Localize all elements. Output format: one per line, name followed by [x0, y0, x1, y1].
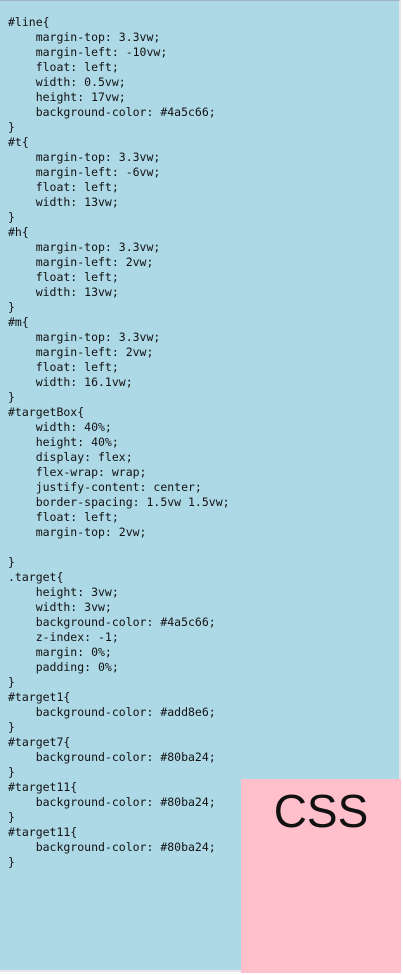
- code-line: justify-content: center;: [8, 480, 202, 494]
- code-line: background-color: #80ba24;: [8, 750, 216, 764]
- code-line: }: [8, 810, 15, 824]
- code-line: }: [8, 765, 15, 779]
- code-line: background-color: #80ba24;: [8, 840, 216, 854]
- code-line: width: 3vw;: [8, 600, 112, 614]
- code-line: #target1{: [8, 690, 71, 704]
- code-line: margin: 0%;: [8, 645, 112, 659]
- code-line: #target7{: [8, 735, 71, 749]
- code-line: display: flex;: [8, 450, 133, 464]
- code-line: margin-top: 3.3vw;: [8, 150, 161, 164]
- code-line: background-color: #add8e6;: [8, 705, 216, 719]
- code-line: margin-left: 2vw;: [8, 345, 154, 359]
- code-line: #target11{: [8, 780, 78, 794]
- code-line: float: left;: [8, 510, 119, 524]
- code-line: width: 0.5vw;: [8, 75, 126, 89]
- code-line: #targetBox{: [8, 405, 85, 419]
- code-line: width: 13vw;: [8, 195, 119, 209]
- code-line: float: left;: [8, 180, 119, 194]
- code-line: float: left;: [8, 60, 119, 74]
- code-line: width: 40%;: [8, 420, 112, 434]
- code-line: }: [8, 855, 15, 869]
- code-line: }: [8, 300, 15, 314]
- code-line: float: left;: [8, 360, 119, 374]
- code-line: flex-wrap: wrap;: [8, 465, 147, 479]
- css-label: CSS: [273, 785, 369, 837]
- code-line: }: [8, 555, 15, 569]
- code-line: margin-top: 3.3vw;: [8, 330, 161, 344]
- code-line: width: 16.1vw;: [8, 375, 133, 389]
- code-line: margin-left: 2vw;: [8, 255, 154, 269]
- code-line: background-color: #80ba24;: [8, 795, 216, 809]
- code-line: z-index: -1;: [8, 630, 119, 644]
- code-line: margin-left: -6vw;: [8, 165, 161, 179]
- code-line: #h{: [8, 225, 29, 239]
- code-line: }: [8, 210, 15, 224]
- code-line: #target11{: [8, 825, 78, 839]
- code-line: .target{: [8, 570, 64, 584]
- code-line: height: 40%;: [8, 435, 119, 449]
- code-line: padding: 0%;: [8, 660, 119, 674]
- code-line: margin-top: 2vw;: [8, 525, 147, 539]
- code-line: background-color: #4a5c66;: [8, 615, 216, 629]
- code-line: height: 3vw;: [8, 585, 119, 599]
- css-code-block: #line{ margin-top: 3.3vw; margin-left: -…: [8, 15, 230, 870]
- code-viewer-panel: #line{ margin-top: 3.3vw; margin-left: -…: [0, 0, 401, 973]
- code-line: #m{: [8, 315, 29, 329]
- code-line: }: [8, 675, 15, 689]
- code-line: float: left;: [8, 270, 119, 284]
- code-line: border-spacing: 1.5vw 1.5vw;: [8, 495, 230, 509]
- code-line: }: [8, 120, 15, 134]
- code-line: margin-top: 3.3vw;: [8, 240, 161, 254]
- code-line: margin-left: -10vw;: [8, 45, 168, 59]
- code-line: #t{: [8, 135, 29, 149]
- code-line: margin-top: 3.3vw;: [8, 30, 161, 44]
- css-label-box: CSS: [241, 779, 401, 973]
- code-line: }: [8, 390, 15, 404]
- code-line: }: [8, 720, 15, 734]
- code-line: height: 17vw;: [8, 90, 126, 104]
- code-line: #line{: [8, 15, 50, 29]
- code-line: width: 13vw;: [8, 285, 119, 299]
- code-line: background-color: #4a5c66;: [8, 105, 216, 119]
